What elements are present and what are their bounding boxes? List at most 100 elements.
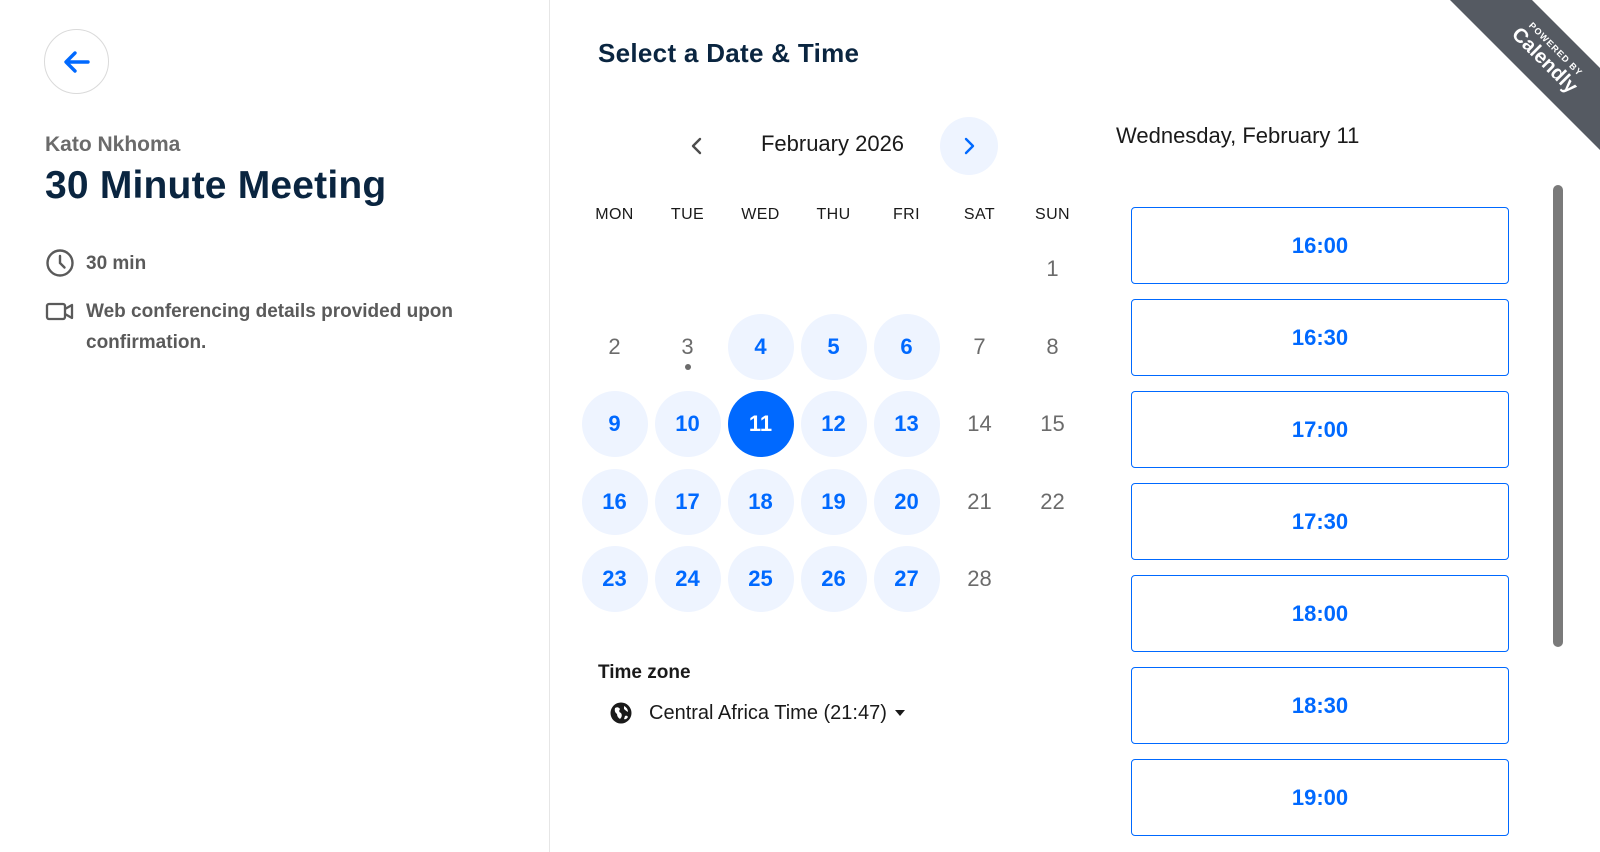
calendar-day-number: 6 — [900, 333, 913, 359]
calendar-day-number: 2 — [608, 333, 621, 359]
calendar-day[interactable]: 12 — [800, 391, 867, 457]
back-button[interactable] — [44, 29, 109, 94]
timezone-dropdown[interactable]: Central Africa Time (21:47) — [608, 700, 905, 726]
calendar-day-number: 3 — [681, 333, 694, 359]
calendar-day-number: 10 — [675, 411, 700, 436]
scrollbar-thumb[interactable] — [1553, 185, 1563, 647]
calendar-day[interactable]: 23 — [581, 546, 648, 612]
conferencing-row: Web conferencing details provided upon c… — [45, 296, 495, 358]
caret-down-icon — [894, 710, 905, 716]
calendar-day: 21 — [947, 469, 1013, 535]
time-slot-button[interactable]: 18:30 — [1131, 667, 1509, 744]
calendar-day: 3 — [655, 314, 721, 380]
calendar-day-number: 14 — [967, 411, 992, 436]
calendar-day-number: 15 — [1040, 411, 1065, 436]
calendar-day[interactable]: 27 — [873, 546, 940, 612]
calendar-day[interactable]: 24 — [654, 546, 721, 612]
powered-by-ribbon[interactable]: POWERED BY Calendly — [1442, 0, 1600, 163]
calendar-day-number: 28 — [967, 566, 992, 591]
weekday-label: WED — [741, 206, 780, 223]
calendar-day-number: 8 — [1046, 333, 1059, 359]
duration-row: 30 min — [45, 248, 146, 279]
timezone-value: Central Africa Time (21:47) — [649, 701, 887, 724]
page-title: Select a Date & Time — [598, 38, 860, 68]
calendar-day[interactable]: 10 — [654, 391, 721, 457]
calendar-day-number: 9 — [608, 411, 621, 436]
clock-icon — [45, 248, 75, 278]
calendar-day[interactable]: 19 — [800, 468, 867, 535]
globe-icon — [610, 702, 632, 724]
weekday-label: MON — [595, 206, 634, 223]
calendar-day-number: 16 — [602, 488, 627, 514]
calendar-day[interactable]: 9 — [581, 391, 648, 457]
powered-by-badge[interactable]: POWERED BY Calendly — [1430, 0, 1600, 170]
calendar-day[interactable]: 16 — [581, 468, 648, 535]
calendar-day[interactable]: 26 — [800, 546, 867, 612]
previous-month-button[interactable] — [668, 117, 726, 175]
calendar-day-number: 12 — [821, 411, 846, 436]
weekday-label: SUN — [1035, 206, 1070, 223]
calendar-day[interactable]: 4 — [727, 313, 794, 380]
calendar-day[interactable]: 5 — [800, 313, 867, 380]
calendar-day: 14 — [947, 391, 1013, 457]
weekday-label: SAT — [963, 206, 996, 223]
scheduler-panel: Select a Date & Time February 2026 MON T… — [550, 0, 1600, 852]
time-slot-button[interactable]: 17:30 — [1131, 483, 1509, 560]
calendar-day-number: 5 — [827, 333, 840, 359]
calendar-day[interactable]: 18 — [727, 468, 794, 535]
calendar-day-number: 13 — [894, 411, 919, 436]
calendar-day[interactable]: 25 — [727, 546, 794, 612]
time-slot-button[interactable]: 17:00 — [1131, 391, 1509, 468]
calendar-day[interactable]: 6 — [873, 313, 940, 380]
chevron-left-icon — [691, 137, 702, 155]
calendar-day-number: 18 — [748, 488, 773, 514]
calendar-day: 2 — [582, 314, 648, 380]
weekday-label: FRI — [893, 206, 920, 223]
duration-text: 30 min — [86, 253, 147, 274]
calendar-day: 8 — [1020, 314, 1086, 380]
arrow-left-icon — [63, 50, 90, 73]
calendar-day-number: 26 — [821, 566, 846, 591]
calendar-day: 15 — [1020, 391, 1086, 457]
video-camera-icon — [45, 296, 75, 326]
month-label: February 2026 — [760, 131, 905, 156]
event-details-panel: Kato Nkhoma 30 Minute Meeting 30 min Web… — [0, 0, 550, 852]
event-title: 30 Minute Meeting — [45, 164, 387, 207]
calendar-day-number: 21 — [967, 488, 992, 514]
calendar-day-number: 1 — [1046, 256, 1059, 281]
calendar-day: 22 — [1020, 469, 1086, 535]
calendar-day: 7 — [947, 314, 1013, 380]
time-slot-button[interactable]: 18:00 — [1131, 575, 1509, 652]
calendar-day-number: 4 — [754, 333, 767, 359]
time-slot-button[interactable]: 19:00 — [1131, 759, 1509, 836]
calendar-day[interactable]: 20 — [873, 468, 940, 535]
timezone-label: Time zone — [598, 662, 691, 683]
calendar-day-number: 11 — [748, 411, 773, 436]
time-slot-button[interactable]: 16:30 — [1131, 299, 1509, 376]
calendar-day-number: 20 — [894, 488, 919, 514]
calendar-day-number: 24 — [675, 566, 700, 591]
calendar-day-number: 19 — [821, 488, 846, 514]
selected-date-heading: Wednesday, February 11 — [1116, 123, 1360, 148]
weekday-label: TUE — [670, 206, 705, 223]
calendar-day-number: 25 — [748, 566, 773, 591]
calendar-day-number: 27 — [894, 566, 919, 591]
calendar-day-selected[interactable]: 11 — [727, 391, 794, 457]
month-navigation: February 2026 — [550, 117, 1090, 175]
calendar-day-number: 7 — [973, 333, 986, 359]
calendar-day: 28 — [947, 546, 1013, 612]
calendar-day: 1 — [1020, 236, 1086, 302]
next-month-button[interactable] — [940, 117, 998, 175]
organizer-name: Kato Nkhoma — [45, 133, 181, 156]
weekday-label: THU — [816, 206, 851, 223]
calendar-day-number: 17 — [675, 488, 700, 514]
today-indicator-dot — [684, 363, 691, 370]
conferencing-text: Web conferencing details provided upon c… — [86, 301, 454, 353]
calendar-day[interactable]: 13 — [873, 391, 940, 457]
calendar-day-number: 22 — [1040, 488, 1065, 514]
chevron-right-icon — [964, 137, 975, 155]
time-slot-button[interactable]: 16:00 — [1131, 207, 1509, 284]
weekday-header: MON TUE WED THU FRI SAT SUN — [578, 206, 1089, 224]
calendar-day-number: 23 — [602, 566, 627, 591]
calendar-day[interactable]: 17 — [654, 468, 721, 535]
